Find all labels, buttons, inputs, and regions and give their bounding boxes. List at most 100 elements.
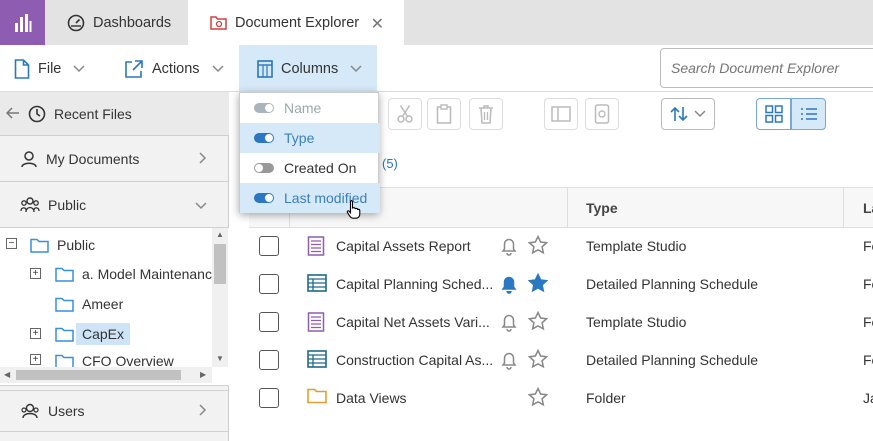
scroll-right-icon[interactable]: ▶	[200, 370, 206, 379]
back-arrow-icon[interactable]	[5, 106, 20, 122]
tab-document-explorer[interactable]: Document Explorer ✕	[188, 0, 404, 45]
actions-menu-button[interactable]: Actions	[124, 45, 224, 92]
user-icon	[21, 150, 37, 167]
row-checkbox[interactable]	[259, 274, 279, 294]
bell-filled-icon[interactable]	[500, 274, 518, 294]
sort-arrows-icon	[670, 106, 688, 122]
trash-icon	[479, 105, 493, 124]
bell-icon[interactable]	[500, 350, 518, 370]
tree-item-public[interactable]: Public	[30, 232, 95, 258]
chevron-right-icon	[199, 151, 207, 167]
report-icon	[307, 312, 325, 332]
delete-button[interactable]	[469, 98, 503, 130]
file-name[interactable]: Capital Net Assets Vari...	[336, 314, 490, 330]
column-toggle-type[interactable]: Type	[240, 123, 380, 153]
clipboard-icon	[436, 104, 452, 124]
toggle-switch[interactable]	[254, 193, 274, 203]
horizontal-scrollbar[interactable]: ◀ ▶	[0, 367, 212, 383]
document-settings-icon	[594, 104, 610, 124]
scroll-thumb[interactable]	[16, 370, 181, 380]
bell-icon[interactable]	[500, 236, 518, 256]
tree-item-ameer[interactable]: Ameer	[55, 291, 123, 317]
chevron-down-icon	[350, 62, 362, 76]
dashboard-gauge-icon	[67, 14, 85, 31]
column-separator	[843, 188, 844, 228]
tree-item-model-maintenance[interactable]: a. Model Maintenance	[55, 261, 220, 287]
columns-icon	[257, 59, 273, 78]
chevron-down-icon	[195, 197, 207, 213]
file-last-modified: Fe	[863, 314, 873, 330]
file-name[interactable]: Construction Capital As...	[336, 352, 493, 368]
star-icon[interactable]	[528, 349, 548, 369]
users-row[interactable]: Users	[0, 390, 229, 432]
scroll-down-icon[interactable]: ▼	[216, 354, 224, 363]
expand-toggle[interactable]: +	[30, 328, 41, 339]
file-last-modified: Fe	[863, 276, 873, 292]
table-row[interactable]: Capital Planning Sched... Detailed Plann…	[249, 265, 873, 303]
tree-item-label: CapEx	[76, 323, 131, 345]
columns-menu-label: Columns	[281, 60, 339, 77]
scroll-thumb[interactable]	[214, 244, 226, 284]
file-icon	[14, 58, 30, 79]
tree-item-capex[interactable]: CapEx	[55, 321, 131, 347]
collapse-toggle[interactable]: −	[6, 238, 17, 249]
column-header-type[interactable]: Type	[586, 200, 618, 216]
star-icon[interactable]	[528, 235, 548, 255]
file-name[interactable]: Data Views	[336, 390, 407, 406]
side-panel-button[interactable]	[544, 98, 578, 130]
table-row[interactable]: Capital Assets Report Template Studio Fe	[249, 227, 873, 265]
file-menu-label: File	[38, 60, 62, 77]
columns-menu-button[interactable]: Columns	[239, 45, 377, 92]
app-logo[interactable]	[0, 0, 45, 45]
star-icon[interactable]	[528, 387, 548, 407]
folder-icon	[30, 238, 49, 253]
table-row[interactable]: Data Views Folder Ja	[249, 379, 873, 417]
list-view-button[interactable]	[791, 98, 826, 130]
tab-dashboards[interactable]: Dashboards	[45, 0, 188, 45]
file-name[interactable]: Capital Planning Sched...	[336, 276, 493, 292]
recent-files-row[interactable]: Recent Files	[0, 92, 229, 136]
file-menu-button[interactable]: File	[14, 45, 85, 92]
panel-icon	[551, 106, 571, 122]
expand-toggle[interactable]: +	[30, 268, 41, 279]
row-checkbox[interactable]	[259, 236, 279, 256]
table-row[interactable]: Construction Capital As... Detailed Plan…	[249, 341, 873, 379]
star-icon[interactable]	[528, 311, 548, 331]
clock-icon	[28, 105, 46, 122]
column-toggle-created-on[interactable]: Created On	[240, 153, 380, 183]
columns-dropdown: Name Type Created On Last modified	[239, 92, 380, 213]
report-icon	[307, 236, 325, 256]
star-filled-icon[interactable]	[528, 273, 548, 293]
scroll-left-icon[interactable]: ◀	[4, 370, 10, 379]
grid-view-button[interactable]	[756, 98, 791, 130]
table-row[interactable]: Capital Net Assets Vari... Template Stud…	[249, 303, 873, 341]
grid-view-icon	[764, 105, 783, 123]
cut-button[interactable]	[388, 98, 422, 130]
left-navigation-panel: Recent Files My Documents Public − Publi…	[0, 92, 229, 441]
sort-button[interactable]	[661, 98, 715, 130]
row-checkbox[interactable]	[259, 388, 279, 408]
scroll-up-icon[interactable]: ▲	[216, 230, 224, 239]
row-checkbox[interactable]	[259, 350, 279, 370]
bell-icon[interactable]	[500, 312, 518, 332]
paste-button[interactable]	[427, 98, 461, 130]
schedule-icon	[307, 274, 327, 292]
vertical-scrollbar[interactable]: ▲ ▼	[212, 228, 228, 367]
file-name[interactable]: Capital Assets Report	[336, 238, 471, 254]
properties-button[interactable]	[585, 98, 619, 130]
tree-item-label: a. Model Maintenance	[82, 266, 220, 282]
my-documents-label: My Documents	[46, 150, 140, 167]
expand-toggle[interactable]: +	[30, 354, 41, 365]
tab-document-explorer-label: Document Explorer	[235, 14, 360, 31]
folder-icon	[55, 297, 74, 312]
row-checkbox[interactable]	[259, 312, 279, 332]
toggle-switch[interactable]	[254, 163, 274, 173]
file-type: Template Studio	[586, 238, 687, 254]
column-header-last-modified[interactable]: La	[863, 200, 873, 216]
public-row[interactable]: Public	[0, 182, 229, 228]
search-input[interactable]	[660, 48, 873, 88]
toggle-switch[interactable]	[254, 133, 274, 143]
close-tab-icon[interactable]: ✕	[371, 14, 384, 34]
my-documents-row[interactable]: My Documents	[0, 136, 229, 182]
group-users-icon	[20, 196, 40, 212]
